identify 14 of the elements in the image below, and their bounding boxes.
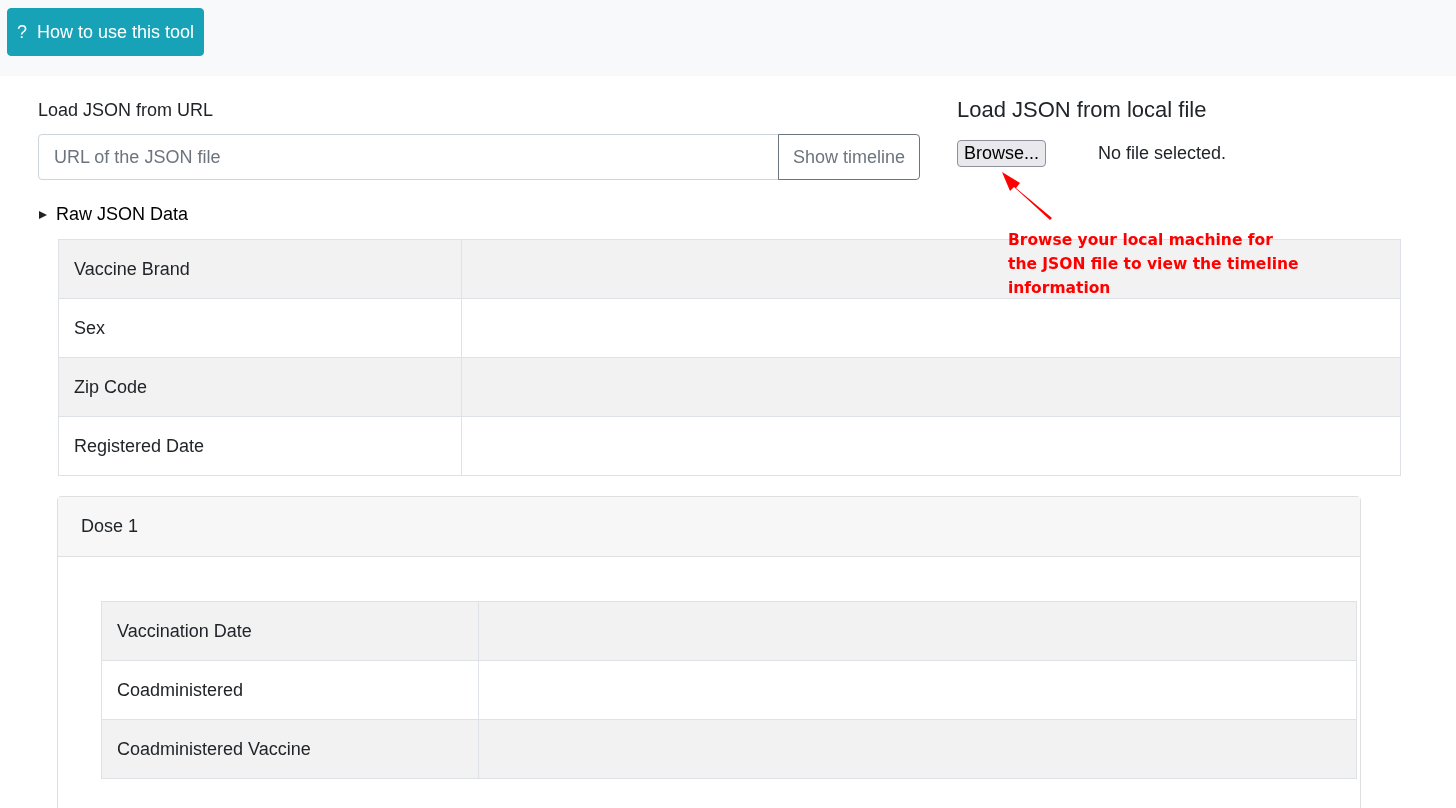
url-label: Load JSON from URL: [38, 99, 215, 122]
browse-button[interactable]: Browse...: [957, 140, 1047, 167]
show-timeline-button[interactable]: Show timeline: [777, 134, 920, 180]
row-label: Vaccination Date: [102, 602, 478, 661]
row-label: Coadministered Vaccine: [102, 720, 478, 778]
file-status: No file selected.: [1098, 143, 1227, 164]
row-label: Zip Code: [59, 358, 461, 417]
local-file-heading: Load JSON from local file: [957, 96, 1208, 124]
dose-title: Dose 1: [58, 497, 1360, 557]
annotation-text: Browse your local machine for the JSON file to view the timeline information: [1008, 230, 1299, 299]
row-label: Vaccine Brand: [59, 240, 461, 299]
raw-json-toggle[interactable]: Raw JSON Data: [38, 204, 189, 225]
disclosure-triangle-icon: [38, 209, 48, 220]
url-input-field[interactable]: URL of the JSON file: [38, 134, 779, 180]
